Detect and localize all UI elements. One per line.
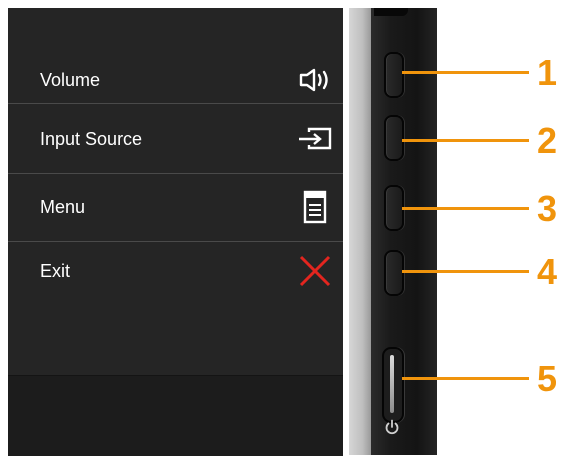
power-icon (383, 418, 401, 436)
monitor-bezel (371, 8, 437, 455)
callout-line-5 (402, 377, 529, 380)
power-button[interactable] (382, 347, 404, 423)
monitor-bezel-edge (349, 8, 371, 455)
osd-footer (8, 375, 343, 456)
callout-number-5: 5 (537, 358, 558, 399)
menu-divider (8, 241, 343, 242)
menu-item-label: Volume (40, 69, 101, 90)
monitor-button-2[interactable] (384, 115, 404, 161)
monitor-button-3[interactable] (384, 185, 404, 231)
callout-line-3 (402, 207, 529, 210)
input-source-icon (295, 120, 335, 158)
menu-divider (8, 103, 343, 104)
callout-line-4 (402, 270, 529, 273)
monitor-button-4[interactable] (384, 250, 404, 296)
menu-item-label: Exit (40, 260, 71, 281)
callout-number-3: 3 (537, 188, 558, 229)
menu-item-label: Input Source (40, 128, 143, 149)
menu-item-volume[interactable]: Volume (40, 61, 335, 99)
callout-number-1: 1 (537, 52, 558, 93)
menu-item-menu[interactable]: Menu (40, 188, 335, 226)
callout-number-2: 2 (537, 120, 558, 161)
bezel-notch (374, 8, 408, 16)
callout-line-2 (402, 139, 529, 142)
menu-item-label: Menu (40, 196, 86, 217)
menu-icon (295, 188, 335, 226)
close-icon (295, 252, 335, 290)
menu-divider (8, 173, 343, 174)
callout-line-1 (402, 71, 529, 74)
menu-item-exit[interactable]: Exit (40, 252, 335, 290)
callout-number-4: 4 (537, 251, 558, 292)
menu-item-input-source[interactable]: Input Source (40, 120, 335, 158)
osd-menu-panel: Volume Input Source Menu Exit (8, 8, 343, 456)
monitor-button-1[interactable] (384, 52, 404, 98)
speaker-icon (295, 61, 335, 99)
